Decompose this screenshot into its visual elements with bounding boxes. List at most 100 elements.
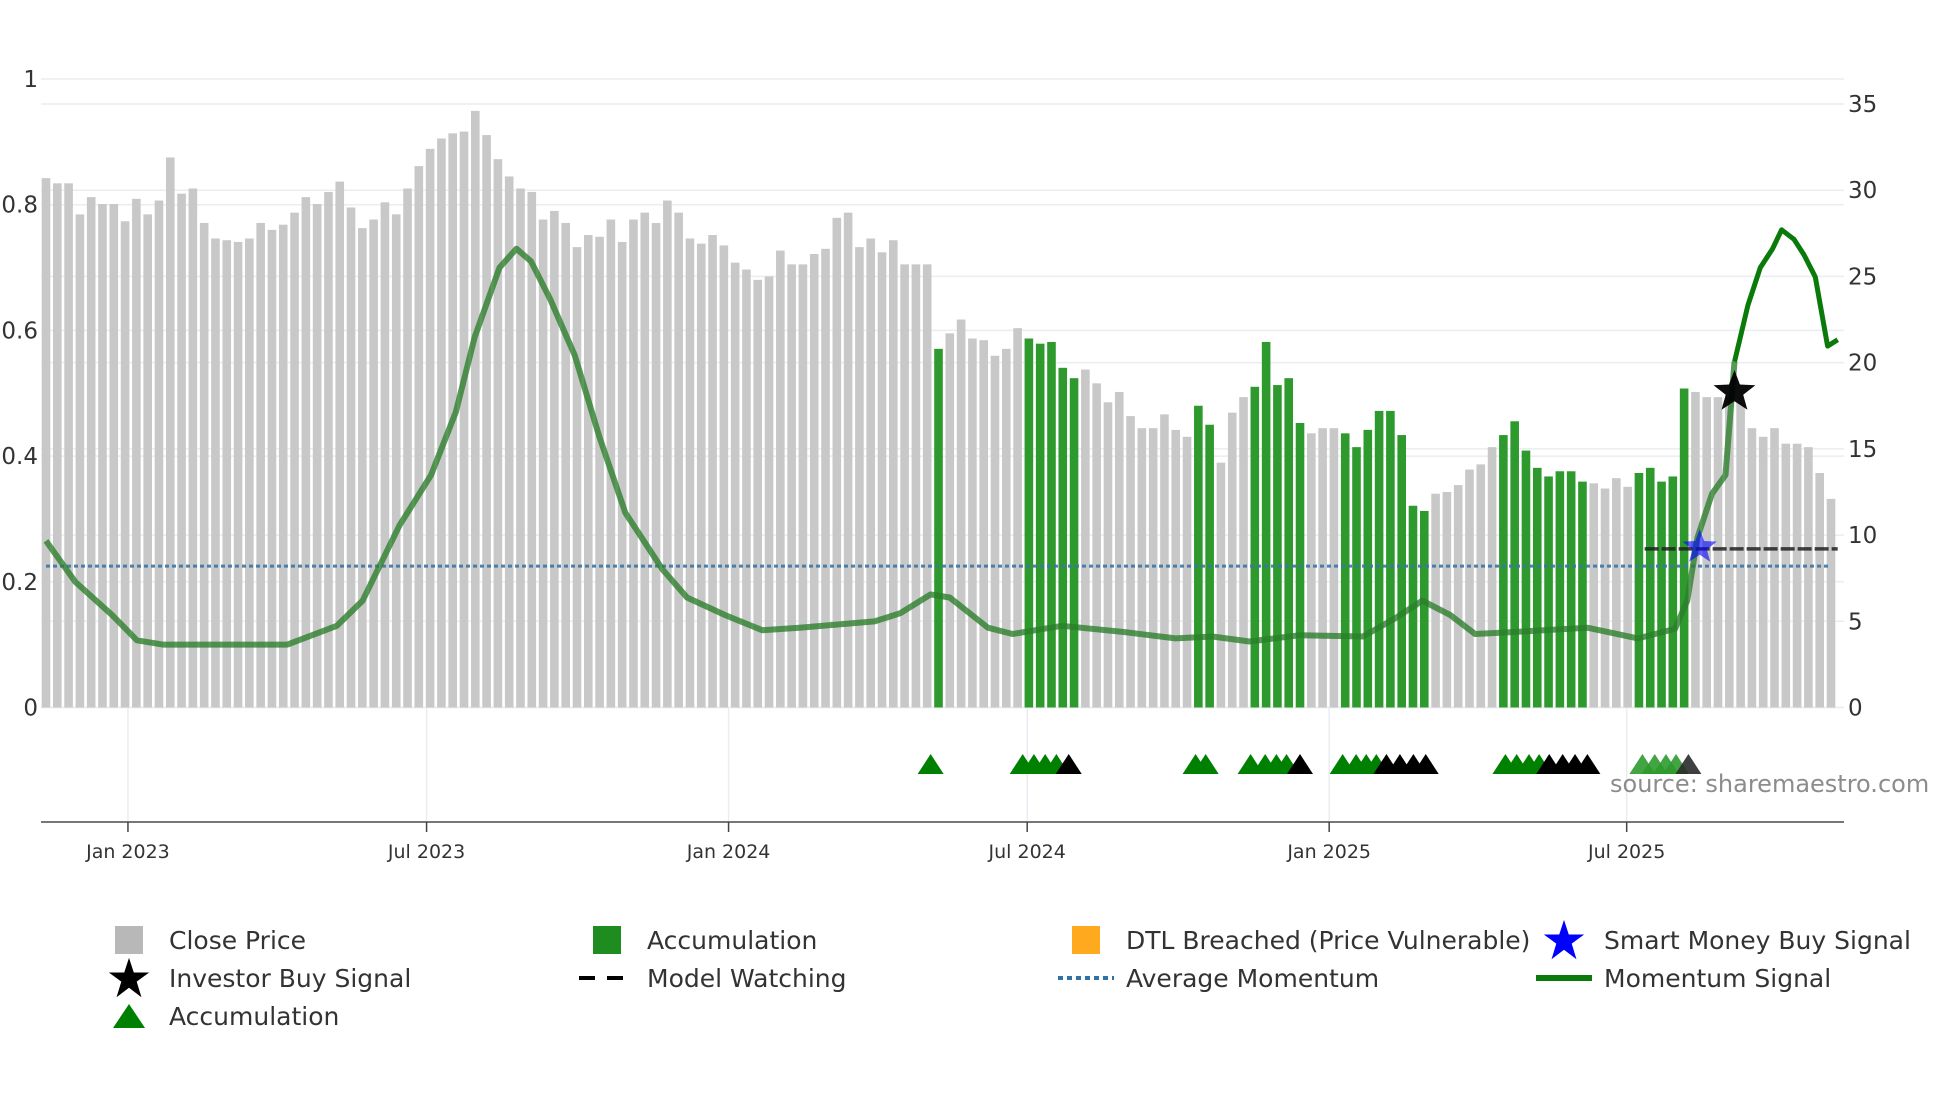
accumulation-bar: [1419, 510, 1429, 708]
close-price-bar: [990, 355, 1000, 708]
close-price-bar: [143, 214, 152, 708]
close-price-bar: [753, 279, 763, 708]
close-price-bar: [358, 228, 367, 708]
close-price-bar: [889, 240, 898, 708]
close-price-bar: [493, 159, 503, 708]
close-price-bar: [708, 235, 717, 708]
close-price-bar: [233, 241, 243, 708]
y-right-tick-label: 25: [1848, 264, 1877, 290]
accumulation-bar: [1555, 471, 1565, 708]
accumulation-bar: [1397, 435, 1406, 708]
close-price-bar: [75, 214, 85, 708]
y-left-tick-label: 0.8: [1, 193, 38, 219]
close-price-bar: [1126, 416, 1135, 708]
accumulation-bar: [1284, 378, 1294, 708]
x-tick-label: Jul 2025: [1587, 841, 1665, 863]
accumulation-bar: [1521, 450, 1531, 708]
accumulation-bar: [1544, 476, 1553, 708]
y-right-tick-label: 0: [1848, 696, 1863, 722]
x-tick-label: Jul 2024: [988, 841, 1066, 863]
close-price-bar: [1815, 472, 1825, 708]
close-price-bar: [1227, 412, 1237, 708]
close-price-bar: [617, 241, 627, 708]
accumulation-bar: [1058, 367, 1068, 708]
accumulation-bar: [1566, 471, 1576, 708]
close-price-bar: [1612, 478, 1621, 708]
close-price-bar: [1826, 498, 1836, 708]
close-price-bar: [764, 276, 774, 708]
close-price-bar: [1081, 369, 1090, 708]
close-price-bar: [979, 340, 988, 708]
y-right-tick-label: 30: [1848, 178, 1877, 204]
close-price-bar: [211, 238, 220, 708]
accumulation-bar: [1352, 447, 1361, 708]
y-right-tick-label: 20: [1848, 351, 1877, 377]
close-price-bar: [798, 264, 808, 708]
close-price-bar: [109, 204, 119, 708]
close-price-bars: [41, 110, 1836, 708]
close-price-bar: [256, 222, 265, 708]
close-price-bar: [1442, 491, 1452, 708]
close-price-bar: [222, 240, 232, 708]
close-price-bar: [685, 238, 695, 708]
close-price-bar: [482, 135, 491, 708]
close-price-bar: [245, 238, 254, 708]
close-price-bar: [437, 138, 446, 708]
accumulation-bar: [1261, 341, 1271, 708]
close-price-bar: [1600, 488, 1610, 708]
close-price-bar: [380, 202, 390, 708]
close-price-bar: [1736, 402, 1745, 708]
close-price-bar: [821, 248, 830, 708]
close-price-bar: [968, 338, 977, 708]
accumulation-bar: [1634, 472, 1644, 708]
y-right-tick-label: 35: [1848, 92, 1877, 118]
y-right-tick-label: 5: [1848, 609, 1863, 635]
close-price-bar: [1792, 443, 1802, 708]
close-price-bar: [301, 197, 311, 708]
accumulation-bar: [1668, 476, 1678, 708]
close-price-bar: [391, 214, 401, 708]
close-price-bar: [1171, 429, 1181, 708]
close-price-bar: [629, 219, 638, 708]
close-price-bar: [199, 222, 209, 708]
close-price-bar: [1160, 414, 1169, 708]
close-price-bar: [188, 188, 198, 708]
accumulation-bar: [1047, 341, 1056, 708]
close-price-bar: [1114, 391, 1124, 708]
close-price-bar: [1013, 328, 1022, 708]
close-price-bar: [1623, 486, 1632, 708]
close-price-bar: [900, 264, 909, 708]
close-price-bar: [1431, 493, 1440, 708]
accumulation-bar: [1499, 435, 1508, 708]
close-price-bar: [1747, 428, 1757, 708]
close-price-bar: [98, 204, 107, 708]
y-right-tick-label: 15: [1848, 437, 1877, 463]
close-price-bar: [52, 183, 62, 708]
close-price-bar: [459, 131, 469, 708]
close-price-bar: [696, 243, 706, 708]
close-price-bar: [414, 166, 424, 708]
close-price-bar: [572, 247, 582, 708]
accumulation-bar: [1069, 378, 1079, 708]
close-price-bar: [177, 193, 186, 708]
close-price-bar: [278, 224, 288, 708]
close-price-bar: [922, 264, 932, 708]
close-price-bar: [595, 236, 604, 708]
close-price-bar: [1329, 428, 1339, 708]
accumulation-bar: [1532, 467, 1542, 708]
close-price-bar: [719, 245, 729, 708]
close-price-bar: [550, 210, 559, 708]
accumulation-bar: [1363, 429, 1373, 708]
close-price-bar: [1216, 462, 1226, 708]
close-price-bar: [855, 247, 864, 708]
close-price-bar: [1239, 397, 1248, 708]
close-price-bar: [132, 198, 141, 708]
close-price-bar: [1804, 447, 1813, 708]
close-price-bar: [776, 250, 785, 708]
close-price-bar: [945, 333, 955, 708]
y-left-tick-label: 0.4: [1, 444, 38, 470]
close-price-bar: [1589, 483, 1599, 708]
close-price-bar: [832, 217, 842, 708]
momentum-signal-recent-line: [1732, 227, 1840, 363]
y-right-tick-label: 10: [1848, 523, 1877, 549]
